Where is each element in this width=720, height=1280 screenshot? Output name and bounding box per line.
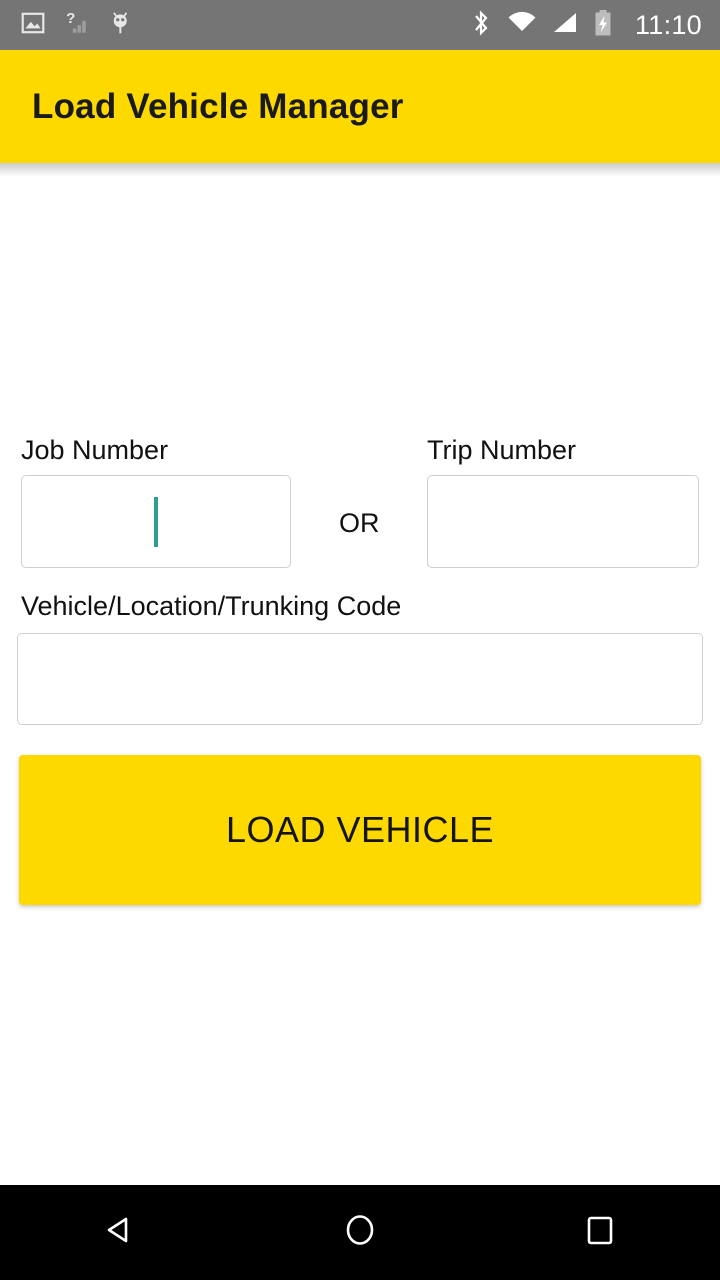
status-bar-clock: 11:10 [634, 9, 702, 40]
triangle-left-icon [99, 1209, 141, 1256]
status-bar: ? 11:10 [0, 0, 720, 50]
svg-text:?: ? [66, 10, 75, 27]
image-icon [20, 10, 46, 41]
vehicle-code-label: Vehicle/Location/Trunking Code [21, 591, 402, 621]
main-content: Job Number OR Trip Number Vehicle/Locati… [0, 163, 720, 1185]
trip-number-input[interactable] [427, 475, 699, 568]
cellular-signal-icon [551, 10, 579, 41]
job-number-label: Job Number [21, 435, 169, 465]
or-separator-label: OR [339, 508, 380, 538]
load-vehicle-button-label: LOAD VEHICLE [225, 809, 495, 850]
load-vehicle-button[interactable]: LOAD VEHICLE [19, 755, 701, 905]
app-bar-shadow [0, 163, 720, 177]
android-navigation-bar [0, 1185, 720, 1280]
status-bar-left-icons: ? [20, 10, 469, 41]
bluetooth-icon [469, 9, 493, 42]
wifi-icon [507, 10, 537, 41]
page-title: Load Vehicle Manager [32, 86, 404, 126]
text-caret [154, 497, 158, 547]
android-debug-icon [108, 10, 134, 41]
signal-question-icon: ? [64, 10, 90, 41]
job-trip-row: Job Number OR Trip Number [0, 437, 720, 582]
circle-icon [339, 1209, 381, 1256]
back-button[interactable] [0, 1185, 240, 1280]
vehicle-code-input[interactable] [17, 633, 703, 725]
home-button[interactable] [240, 1185, 480, 1280]
square-icon [579, 1209, 621, 1256]
battery-charging-icon [593, 9, 613, 42]
status-bar-right-icons: 11:10 [469, 9, 702, 42]
app-bar: Load Vehicle Manager [0, 50, 720, 163]
trip-number-label: Trip Number [427, 435, 577, 465]
recents-button[interactable] [480, 1185, 720, 1280]
job-number-input[interactable] [21, 475, 291, 568]
